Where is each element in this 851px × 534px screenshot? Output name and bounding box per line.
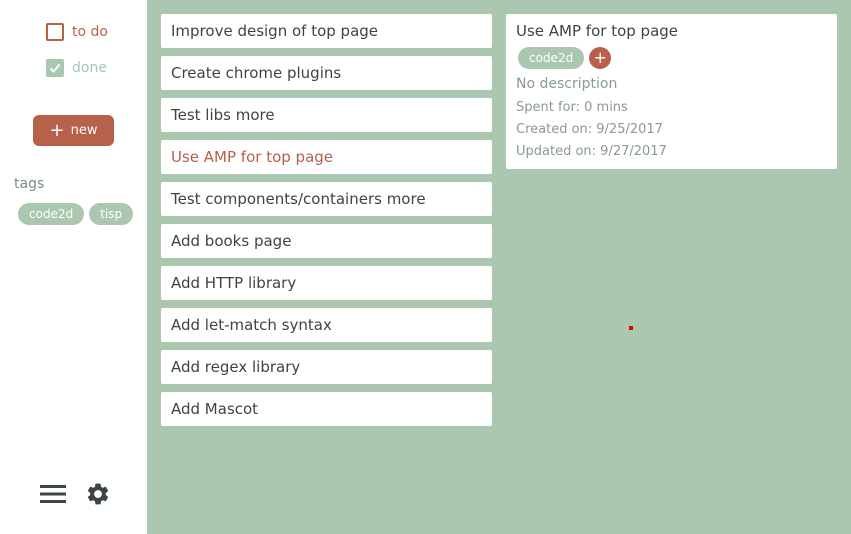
detail-description[interactable]: No description — [516, 76, 827, 92]
task-item[interactable]: Add regex library — [161, 350, 492, 384]
plus-icon: + — [593, 48, 607, 67]
filter-done[interactable]: done — [46, 59, 107, 77]
filter-done-label: done — [72, 60, 107, 76]
tag-code2d[interactable]: code2d — [18, 203, 85, 225]
task-list: Improve design of top page Create chrome… — [161, 14, 492, 434]
cursor-dot — [629, 326, 633, 330]
tags-list: code2d tisp — [18, 203, 134, 225]
checkbox-checked-icon[interactable] — [46, 59, 64, 77]
detail-tag-code2d[interactable]: code2d — [518, 47, 585, 69]
menu-icon[interactable] — [39, 482, 67, 506]
sidebar: to do done + new tags code2d tisp — [0, 0, 147, 534]
task-item[interactable]: Add HTTP library — [161, 266, 492, 300]
new-task-button[interactable]: + new — [33, 115, 114, 146]
tags-heading: tags — [14, 176, 45, 192]
tag-tisp[interactable]: tisp — [89, 203, 134, 225]
gear-icon[interactable] — [85, 481, 111, 507]
sidebar-bottom-icons — [39, 481, 111, 507]
new-task-button-label: new — [70, 123, 98, 138]
detail-tags: code2d + — [518, 47, 827, 69]
filter-todo[interactable]: to do — [46, 23, 108, 41]
task-item-selected[interactable]: Use AMP for top page — [161, 140, 492, 174]
task-item[interactable]: Add books page — [161, 224, 492, 258]
detail-spent: Spent for: 0 mins — [516, 100, 628, 115]
task-item[interactable]: Create chrome plugins — [161, 56, 492, 90]
add-tag-button[interactable]: + — [589, 47, 612, 69]
task-item[interactable]: Add Mascot — [161, 392, 492, 426]
app: to do done + new tags code2d tisp Improv… — [0, 0, 851, 534]
detail-title[interactable]: Use AMP for top page — [516, 22, 827, 40]
task-item[interactable]: Test components/containers more — [161, 182, 492, 216]
task-item[interactable]: Add let-match syntax — [161, 308, 492, 342]
task-detail-card: Use AMP for top page code2d + No descrip… — [506, 14, 837, 169]
plus-icon: + — [49, 119, 65, 141]
detail-created: Created on: 9/25/2017 — [516, 122, 663, 137]
detail-updated: Updated on: 9/27/2017 — [516, 144, 667, 159]
checkbox-unchecked-icon[interactable] — [46, 23, 64, 41]
filter-todo-label: to do — [72, 24, 108, 40]
task-item[interactable]: Improve design of top page — [161, 14, 492, 48]
task-item[interactable]: Test libs more — [161, 98, 492, 132]
main-panel: Improve design of top page Create chrome… — [147, 0, 851, 534]
